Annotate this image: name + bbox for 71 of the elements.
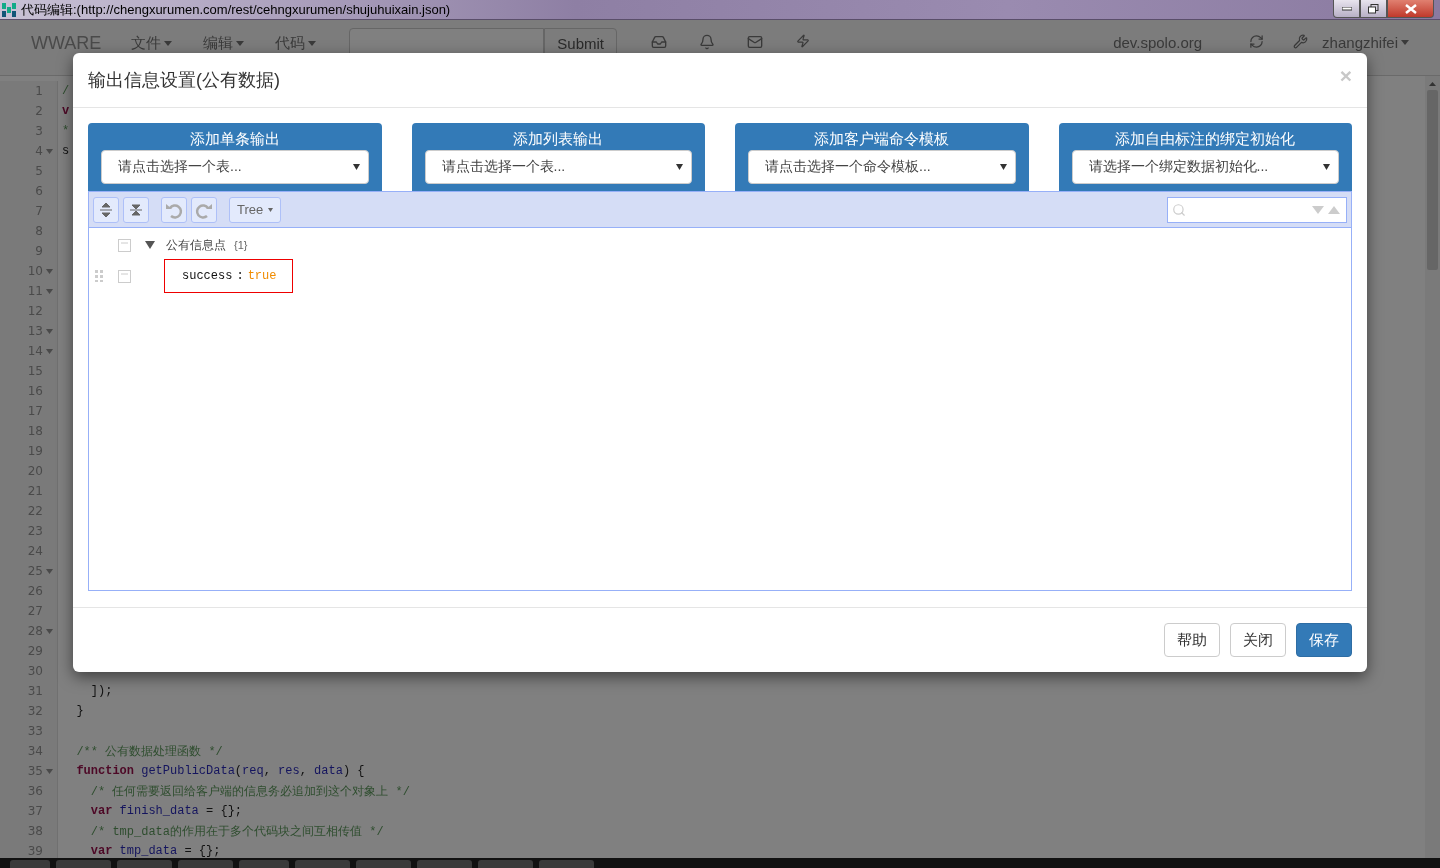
redo-icon[interactable] bbox=[191, 196, 217, 223]
collapse-all-icon[interactable] bbox=[123, 196, 149, 223]
fold-arrow-icon[interactable] bbox=[46, 268, 53, 274]
expand-all-icon[interactable] bbox=[93, 196, 119, 223]
caret-icon bbox=[676, 164, 683, 170]
undo-icon[interactable] bbox=[161, 196, 187, 223]
caret-icon bbox=[236, 41, 245, 46]
footer-button[interactable]: 关闭 bbox=[1230, 623, 1286, 657]
code-line: } bbox=[75, 704, 84, 718]
tree-search-field[interactable] bbox=[1167, 196, 1347, 223]
menu-item[interactable]: 编辑 bbox=[203, 34, 245, 53]
card-title: 添加客户端命令模板 bbox=[814, 130, 950, 148]
host-link[interactable]: dev.spolo.org bbox=[1113, 34, 1203, 51]
minimize-icon bbox=[1341, 6, 1352, 11]
expanded-triangle-icon[interactable] bbox=[145, 240, 155, 250]
restore-icon bbox=[1368, 3, 1379, 14]
fold-arrow-icon[interactable] bbox=[46, 568, 53, 574]
code-line: function getPublicData(req, res, data) { bbox=[75, 764, 365, 778]
caret-icon bbox=[164, 41, 173, 46]
caret-icon bbox=[268, 207, 274, 212]
minimize-button[interactable] bbox=[1333, 0, 1360, 18]
card-title: 添加自由标注的绑定初始化 bbox=[1115, 130, 1296, 148]
scroll-up-arrow-icon[interactable] bbox=[1429, 82, 1436, 86]
fold-arrow-icon[interactable] bbox=[46, 288, 53, 294]
code-line: / bbox=[62, 84, 70, 98]
fold-arrow-icon[interactable] bbox=[46, 768, 53, 774]
close-icon bbox=[1404, 3, 1417, 14]
menu-item[interactable]: 代码 bbox=[275, 34, 317, 53]
code-line: v bbox=[62, 104, 70, 118]
mode-dropdown[interactable]: Tree bbox=[229, 196, 282, 223]
menu-item[interactable]: 文件 bbox=[131, 34, 173, 53]
modal-title: 输出信息设置(公有数据) bbox=[88, 69, 281, 92]
maximize-button[interactable] bbox=[1360, 0, 1387, 18]
scrollbar[interactable] bbox=[1425, 76, 1440, 858]
menu-square-icon[interactable] bbox=[118, 269, 131, 283]
select-field[interactable]: 请点击选择一个表... bbox=[101, 150, 369, 184]
close-button[interactable] bbox=[1387, 0, 1434, 18]
fold-arrow-icon[interactable] bbox=[46, 628, 53, 634]
primary-button[interactable]: 保存 bbox=[1296, 623, 1352, 657]
tree-node-key: 公有信息点 bbox=[166, 236, 226, 254]
tree-field[interactable]: success : true bbox=[164, 259, 294, 293]
search-navigation-icon[interactable] bbox=[1312, 204, 1342, 215]
drag-handle-icon[interactable] bbox=[95, 270, 105, 282]
caret-icon bbox=[1323, 164, 1330, 170]
card-title: 添加列表输出 bbox=[513, 130, 604, 148]
child-count: {1} bbox=[234, 239, 248, 251]
fold-arrow-icon[interactable] bbox=[46, 148, 53, 154]
card-title: 添加单条输出 bbox=[189, 130, 280, 148]
menu-square-icon[interactable] bbox=[118, 238, 131, 252]
code-line: var tmp_data = {}; bbox=[89, 844, 221, 858]
code-line: /* tmp_data的作用在于多个代码块之间互相传值 */ bbox=[89, 823, 384, 840]
code-line: * bbox=[62, 124, 70, 138]
fold-arrow-icon[interactable] bbox=[46, 328, 53, 334]
caret-icon bbox=[1401, 40, 1409, 45]
caret-icon bbox=[999, 164, 1007, 170]
code-line: s bbox=[62, 144, 70, 158]
caret-icon bbox=[352, 164, 360, 170]
window-title: 代码编辑:(http://chengxurumen.com/rest/cehngxurumen/shujuhuixain.json) bbox=[21, 0, 452, 19]
caret-icon bbox=[308, 41, 317, 46]
footer-button[interactable]: 帮助 bbox=[1164, 623, 1220, 657]
code-line: /* 任何需要返回给客户端的信息务必追加到这个对象上 */ bbox=[89, 783, 410, 800]
search-icon bbox=[1172, 202, 1186, 217]
code-line: var finish_data = {}; bbox=[89, 804, 243, 818]
select-field[interactable]: 请选择一个绑定数据初始化... bbox=[1071, 150, 1339, 184]
select-field[interactable]: 请点击选择一个表... bbox=[424, 150, 692, 184]
select-field[interactable]: 请点击选择一个命令模板... bbox=[748, 150, 1016, 184]
code-line: ]); bbox=[89, 684, 113, 698]
app-logo-icon bbox=[2, 2, 17, 17]
user-menu[interactable]: zhangzhifei bbox=[1322, 34, 1409, 51]
code-line: /** 公有数据处理函数 */ bbox=[75, 743, 223, 760]
fold-arrow-icon[interactable] bbox=[46, 348, 53, 354]
